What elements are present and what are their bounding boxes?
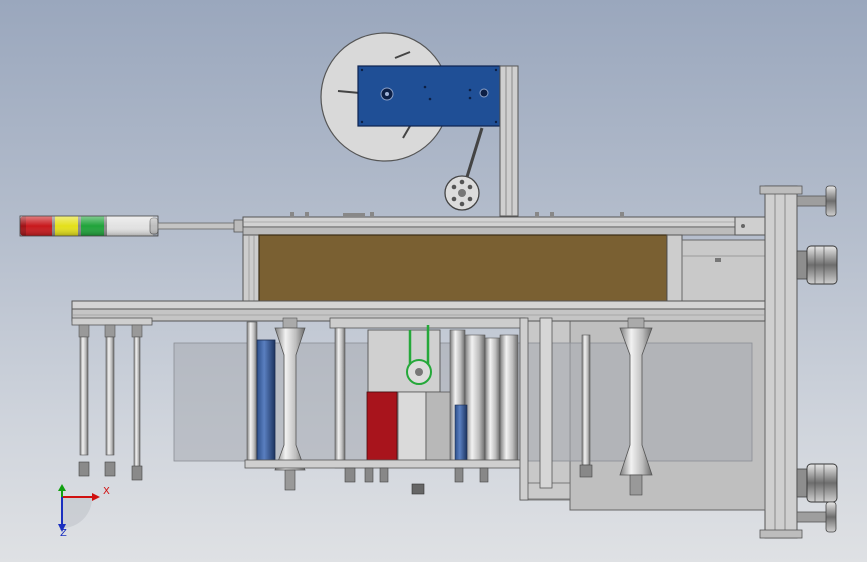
left-idler-rods[interactable] <box>78 324 143 481</box>
motor-top-right-icon[interactable] <box>796 245 838 285</box>
right-upper-housing <box>681 239 766 306</box>
adjust-knob-top-icon[interactable] <box>796 185 837 217</box>
brown-cover-panel[interactable] <box>258 234 668 303</box>
machine-model <box>19 32 838 539</box>
axis-triad <box>58 484 100 532</box>
axis-x-label: X <box>103 486 110 497</box>
motor-bottom-right-icon[interactable] <box>796 463 838 503</box>
dancer-arm[interactable] <box>444 127 484 211</box>
cad-viewport[interactable]: X Z <box>0 0 867 562</box>
adjust-knob-bottom-icon[interactable] <box>796 501 837 533</box>
motor-box[interactable] <box>357 65 501 127</box>
panel-side-post <box>666 234 683 306</box>
right-column-frame <box>759 185 803 539</box>
axis-z-label: Z <box>60 528 67 539</box>
signal-tower-icon[interactable] <box>19 215 247 237</box>
blue-roller-left[interactable] <box>246 321 276 463</box>
reel-support-post <box>499 65 519 217</box>
